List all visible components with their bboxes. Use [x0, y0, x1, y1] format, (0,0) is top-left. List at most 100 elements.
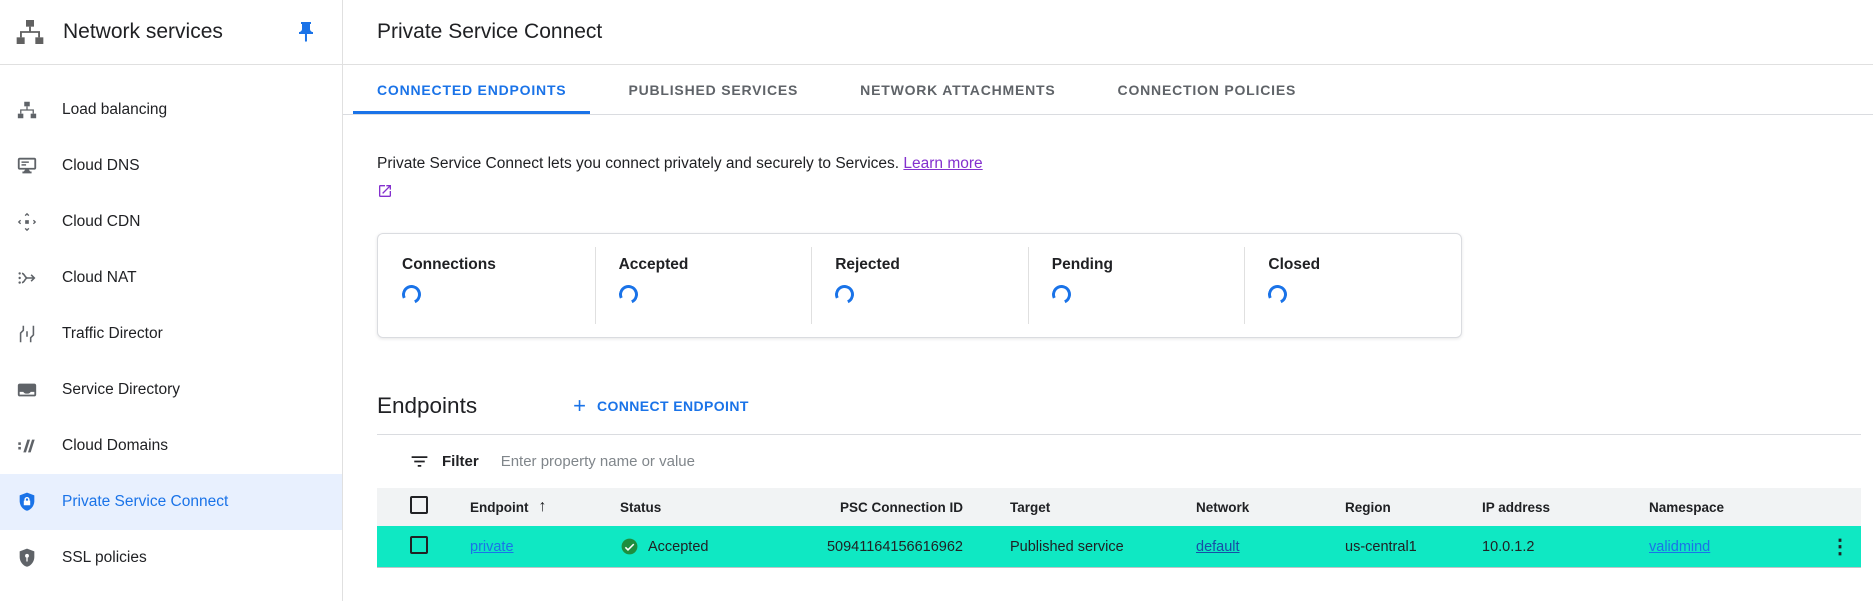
sidebar-nav: Load balancing Cloud DNS Cloud CDN Cloud… — [0, 65, 342, 586]
network-link[interactable]: default — [1196, 539, 1240, 555]
stat-label: Rejected — [835, 256, 1028, 274]
cloud-domains-icon — [15, 434, 39, 458]
cloud-cdn-icon — [15, 210, 39, 234]
status-cell: Accepted — [620, 537, 788, 556]
column-header-network[interactable]: Network — [1196, 500, 1345, 515]
sidebar-item-load-balancing[interactable]: Load balancing — [0, 82, 342, 138]
column-header-namespace[interactable]: Namespace — [1649, 500, 1830, 515]
column-header-endpoint[interactable]: Endpoint ↑ — [470, 498, 620, 516]
cloud-nat-icon — [15, 266, 39, 290]
tab-connection-policies[interactable]: CONNECTION POLICIES — [1094, 65, 1321, 114]
accepted-check-icon — [620, 537, 639, 556]
sidebar-item-cloud-domains[interactable]: Cloud Domains — [0, 418, 342, 474]
plus-icon: + — [573, 395, 586, 417]
description-block: Private Service Connect lets you connect… — [343, 115, 1873, 233]
page-header: Private Service Connect — [343, 0, 1873, 65]
traffic-director-icon — [15, 322, 39, 346]
loading-spinner-icon — [1049, 282, 1073, 306]
main-content: Private Service Connect CONNECTED ENDPOI… — [343, 0, 1873, 601]
endpoint-link[interactable]: private — [470, 539, 514, 555]
network-services-icon — [14, 16, 46, 48]
sidebar-item-label: SSL policies — [62, 549, 147, 567]
sidebar-item-cloud-cdn[interactable]: Cloud CDN — [0, 194, 342, 250]
tab-bar: CONNECTED ENDPOINTS PUBLISHED SERVICES N… — [343, 65, 1873, 115]
stat-rejected: Rejected — [811, 234, 1028, 337]
sidebar-item-cloud-nat[interactable]: Cloud NAT — [0, 250, 342, 306]
stat-accepted: Accepted — [595, 234, 812, 337]
loading-spinner-icon — [1266, 282, 1290, 306]
learn-more-link[interactable]: Learn more — [903, 155, 982, 172]
shield-key-icon — [15, 546, 39, 570]
sidebar-item-private-service-connect[interactable]: Private Service Connect — [0, 474, 342, 530]
sidebar-header: Network services — [0, 0, 342, 65]
sidebar-item-traffic-director[interactable]: Traffic Director — [0, 306, 342, 362]
endpoints-table: Filter Endpoint ↑ Status PSC Connection … — [377, 434, 1861, 568]
select-all-checkbox-cell — [377, 496, 470, 519]
column-header-region[interactable]: Region — [1345, 500, 1482, 515]
sidebar-title: Network services — [63, 20, 223, 44]
sidebar-item-label: Service Directory — [62, 381, 180, 399]
filter-label: Filter — [442, 453, 479, 470]
push-pin-icon[interactable] — [294, 20, 318, 44]
sort-ascending-icon: ↑ — [538, 498, 546, 516]
sidebar-item-label: Load balancing — [62, 101, 167, 119]
endpoints-heading: Endpoints — [377, 393, 477, 419]
sidebar-item-label: Private Service Connect — [62, 493, 228, 511]
table-header-row: Endpoint ↑ Status PSC Connection ID Targ… — [377, 488, 1861, 526]
select-all-checkbox[interactable] — [410, 496, 428, 514]
table-row: private Accepted 50941164156616962 Publi… — [377, 526, 1861, 568]
target-cell: Published service — [1010, 539, 1196, 555]
loading-spinner-icon — [833, 282, 857, 306]
sidebar-item-cloud-dns[interactable]: Cloud DNS — [0, 138, 342, 194]
column-header-psc-connection-id[interactable]: PSC Connection ID — [788, 500, 1010, 515]
sidebar-item-label: Cloud DNS — [62, 157, 140, 175]
page-title: Private Service Connect — [377, 20, 602, 44]
ip-address-cell: 10.0.1.2 — [1482, 539, 1649, 555]
sidebar-item-ssl-policies[interactable]: SSL policies — [0, 530, 342, 586]
loading-spinner-icon — [616, 282, 640, 306]
region-cell: us-central1 — [1345, 539, 1482, 555]
stat-label: Connections — [402, 256, 595, 274]
connection-stats-card: Connections Accepted Rejected Pending Cl… — [377, 233, 1462, 338]
loading-spinner-icon — [399, 282, 423, 306]
row-checkbox-cell — [377, 536, 470, 558]
stat-label: Closed — [1268, 256, 1461, 274]
sidebar-item-service-directory[interactable]: Service Directory — [0, 362, 342, 418]
sidebar-item-label: Cloud CDN — [62, 213, 140, 231]
filter-input[interactable] — [501, 453, 1861, 470]
sidebar: Network services Load balancing Cloud DN… — [0, 0, 343, 601]
tab-connected-endpoints[interactable]: CONNECTED ENDPOINTS — [353, 65, 590, 114]
kebab-menu-icon[interactable]: ⋮ — [1830, 536, 1850, 558]
connect-endpoint-button-label: CONNECT ENDPOINT — [597, 398, 749, 414]
column-header-status[interactable]: Status — [620, 500, 788, 515]
cloud-dns-icon — [15, 154, 39, 178]
filter-bar: Filter — [377, 435, 1861, 488]
sidebar-item-label: Cloud Domains — [62, 437, 168, 455]
filter-icon[interactable] — [409, 451, 430, 472]
shield-lock-icon — [15, 490, 39, 514]
column-header-target[interactable]: Target — [1010, 500, 1196, 515]
description-text: Private Service Connect lets you connect… — [377, 155, 899, 172]
row-checkbox[interactable] — [410, 536, 428, 554]
stat-label: Accepted — [619, 256, 812, 274]
connect-endpoint-button[interactable]: + CONNECT ENDPOINT — [573, 395, 749, 417]
stat-pending: Pending — [1028, 234, 1245, 337]
sidebar-item-label: Cloud NAT — [62, 269, 137, 287]
stat-connections: Connections — [378, 234, 595, 337]
tab-network-attachments[interactable]: NETWORK ATTACHMENTS — [836, 65, 1079, 114]
status-text: Accepted — [648, 539, 708, 555]
stat-label: Pending — [1052, 256, 1245, 274]
load-balancing-icon — [15, 98, 39, 122]
tab-published-services[interactable]: PUBLISHED SERVICES — [604, 65, 822, 114]
sidebar-item-label: Traffic Director — [62, 325, 163, 343]
psc-connection-id-cell: 50941164156616962 — [788, 539, 1010, 555]
row-actions-cell: ⋮ — [1830, 537, 1864, 557]
column-header-ip-address[interactable]: IP address — [1482, 500, 1649, 515]
stat-closed: Closed — [1244, 234, 1461, 337]
namespace-link[interactable]: validmind — [1649, 539, 1710, 555]
description-line: Private Service Connect lets you connect… — [377, 153, 1873, 175]
service-directory-icon — [15, 378, 39, 402]
open-in-new-icon[interactable] — [377, 183, 393, 199]
endpoints-header-row: Endpoints + CONNECT ENDPOINT — [377, 388, 1873, 424]
private-service-connect-page: Network services Load balancing Cloud DN… — [0, 0, 1873, 601]
